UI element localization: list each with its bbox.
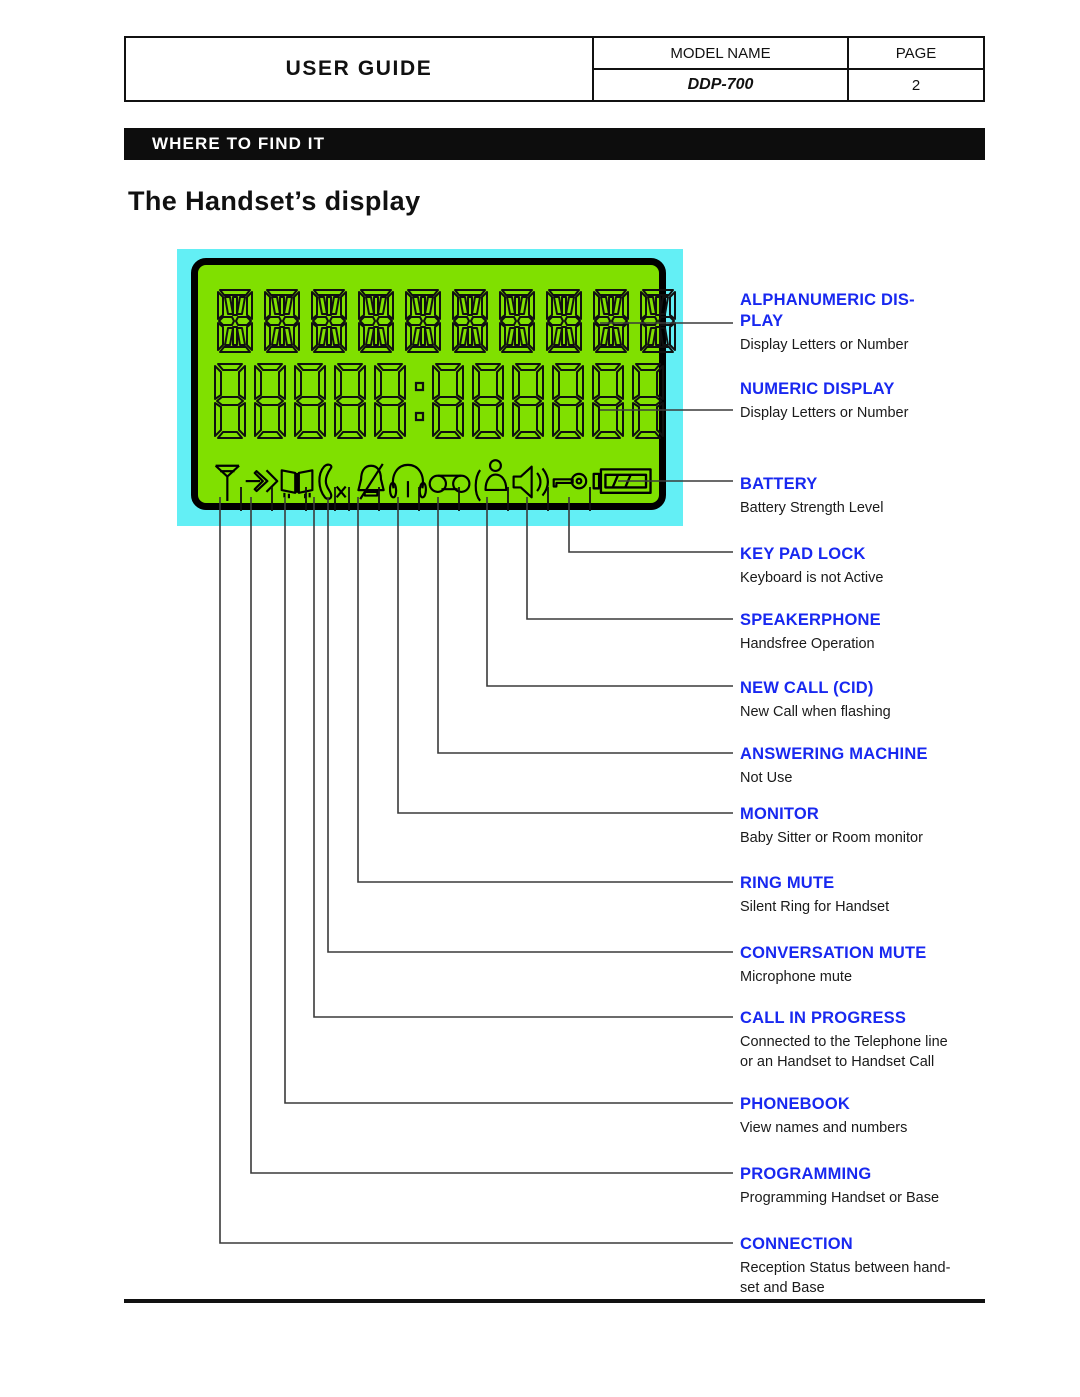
numeric-colon-separator <box>414 381 425 422</box>
leader-answering-machine <box>437 497 733 754</box>
page-title: The Handset’s display <box>128 186 421 216</box>
alphanumeric-display-row <box>214 286 679 356</box>
page-label: PAGE <box>895 44 937 62</box>
numeric-segment-digit <box>632 363 664 439</box>
alphanumeric-segment-char <box>640 289 676 353</box>
callout-call-in-progress: CALL IN PROGRESS Connected to the Teleph… <box>740 1008 990 1072</box>
callout-desc: Baby Sitter or Room monitor <box>740 830 923 846</box>
callout-title: BATTERY <box>740 475 818 493</box>
callout-answering-machine: ANSWERING MACHINE Not Use <box>740 744 990 788</box>
alphanumeric-segment-char <box>217 289 253 353</box>
leader-phonebook <box>284 497 733 1104</box>
callout-programming: PROGRAMMING Programming Handset or Base <box>740 1164 990 1208</box>
callout-desc: Microphone mute <box>740 969 853 985</box>
alphanumeric-segment-char <box>452 289 488 353</box>
numeric-segment-digit <box>552 363 584 439</box>
callout-desc: Battery Strength Level <box>740 500 884 516</box>
callout-title: SPEAKERPHONE <box>740 611 881 629</box>
handset-lcd-panel <box>177 249 683 526</box>
callout-title: NUMERIC DISPLAY <box>740 380 895 398</box>
callout-speakerphone: SPEAKERPHONE Handsfree Operation <box>740 610 990 654</box>
callout-title: PHONEBOOK <box>740 1095 850 1113</box>
header-value-row: DDP-700 2 <box>594 70 983 100</box>
section-banner: WHERE TO FIND IT <box>124 128 985 160</box>
alphanumeric-segment-char <box>405 289 441 353</box>
numeric-segment-digit <box>374 363 406 439</box>
lcd-screen <box>191 258 676 511</box>
numeric-segment-digit <box>214 363 246 439</box>
callout-title: ALPHANUMERIC DIS- <box>740 291 915 309</box>
callout-monitor: MONITOR Baby Sitter or Room monitor <box>740 804 990 848</box>
callout-new-call-cid: NEW CALL (CID) New Call when flashing <box>740 678 990 722</box>
page-number-value: 2 <box>911 76 921 94</box>
leader-monitor <box>397 497 733 814</box>
callout-desc: Reception Status between hand-set and Ba… <box>740 1260 951 1296</box>
callout-title: ANSWERING MACHINE <box>740 745 928 763</box>
callout-desc: Not Use <box>740 770 793 786</box>
numeric-segment-digit <box>592 363 624 439</box>
alphanumeric-segment-char <box>358 289 394 353</box>
guide-title-cell: USER GUIDE <box>126 38 594 100</box>
leader-ring-mute <box>357 497 733 883</box>
leader-connection <box>219 497 733 1244</box>
leader-programming <box>250 497 733 1174</box>
callout-desc: Connected to the Telephone line or an Han… <box>740 1034 948 1070</box>
callout-title: KEY PAD LOCK <box>740 545 866 563</box>
numeric-segment-digit <box>432 363 464 439</box>
footer-rule <box>124 1299 985 1303</box>
callout-desc: Display Letters or Number <box>740 405 909 421</box>
leader-conversation-mute <box>327 497 733 953</box>
callout-desc: Programming Handset or Base <box>740 1190 940 1206</box>
model-name-value: DDP-700 <box>594 70 849 100</box>
document-header-table: USER GUIDE MODEL NAME PAGE DDP-700 2 <box>124 36 985 102</box>
callout-title-cont: PLAY <box>740 312 784 330</box>
callout-title: CONNECTION <box>740 1235 853 1253</box>
callout-desc: View names and numbers <box>740 1120 908 1136</box>
numeric-segment-digit <box>294 363 326 439</box>
guide-title: USER GUIDE <box>285 57 433 80</box>
numeric-segment-digit <box>512 363 544 439</box>
callout-key-pad-lock: KEY PAD LOCK Keyboard is not Active <box>740 544 990 588</box>
callout-desc: Silent Ring for Handset <box>740 899 890 915</box>
callout-title: NEW CALL (CID) <box>740 679 874 697</box>
callout-numeric-display: NUMERIC DISPLAY Display Letters or Numbe… <box>740 379 990 423</box>
header-meta: MODEL NAME PAGE DDP-700 2 <box>594 38 983 100</box>
callout-alphanumeric-display: ALPHANUMERIC DIS- PLAY Display Letters or… <box>740 290 990 355</box>
section-banner-text: WHERE TO FIND IT <box>152 134 326 153</box>
callout-conversation-mute: CONVERSATION MUTE Microphone mute <box>740 943 990 987</box>
callout-desc: New Call when flashing <box>740 704 891 720</box>
model-name-label: MODEL NAME <box>594 38 849 68</box>
icon-tick-marks <box>240 487 591 511</box>
callout-title: CALL IN PROGRESS <box>740 1009 907 1027</box>
callout-title: RING MUTE <box>740 874 835 892</box>
callout-title: MONITOR <box>740 805 820 823</box>
alphanumeric-segment-char <box>546 289 582 353</box>
numeric-segment-digit <box>334 363 366 439</box>
numeric-display-row <box>212 361 666 441</box>
callout-title: PROGRAMMING <box>740 1165 872 1183</box>
alphanumeric-segment-char <box>593 289 629 353</box>
callout-desc: Display Letters or Number <box>740 337 909 353</box>
callout-connection: CONNECTION Reception Status between hand… <box>740 1234 990 1298</box>
callout-title: CONVERSATION MUTE <box>740 944 927 962</box>
callout-battery: BATTERY Battery Strength Level <box>740 474 990 518</box>
callout-desc: Keyboard is not Active <box>740 570 884 586</box>
leader-call-in-progress <box>313 497 733 1018</box>
numeric-segment-digit <box>254 363 286 439</box>
alphanumeric-segment-char <box>499 289 535 353</box>
alphanumeric-segment-char <box>264 289 300 353</box>
callout-ring-mute: RING MUTE Silent Ring for Handset <box>740 873 990 917</box>
numeric-segment-digit <box>472 363 504 439</box>
callout-desc: Handsfree Operation <box>740 636 875 652</box>
callout-phonebook: PHONEBOOK View names and numbers <box>740 1094 990 1138</box>
alphanumeric-segment-char <box>311 289 347 353</box>
header-label-row: MODEL NAME PAGE <box>594 38 983 70</box>
